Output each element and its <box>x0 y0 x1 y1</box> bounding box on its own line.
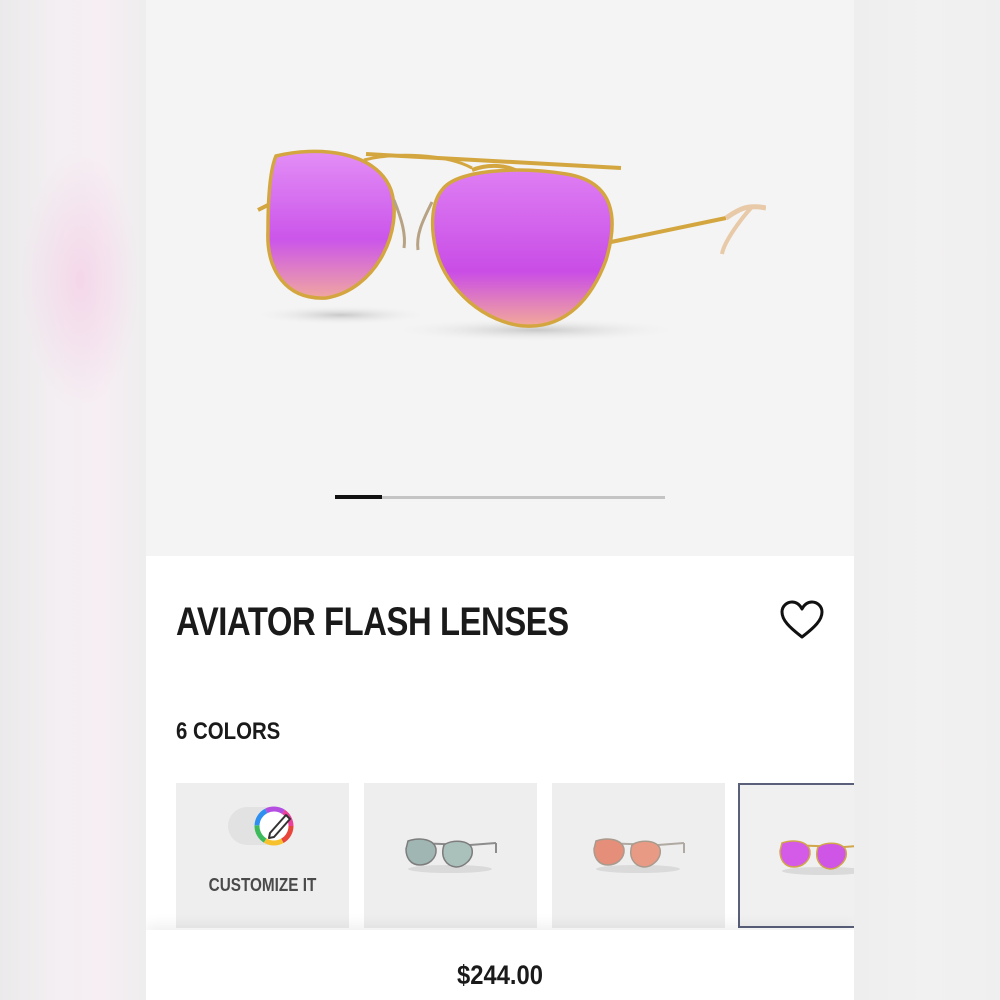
carousel-indicator-6[interactable] <box>570 496 618 499</box>
carousel-progress <box>335 495 665 499</box>
title-row: AVIATOR FLASH LENSES <box>176 598 826 648</box>
left-backdrop <box>0 0 146 1000</box>
swatch-image-cyclamen <box>779 840 854 875</box>
product-image <box>251 149 766 342</box>
carousel-indicator-5[interactable] <box>523 496 571 499</box>
product-price: $244.00 <box>457 960 543 990</box>
carousel-indicator-4[interactable] <box>476 496 524 499</box>
customize-button[interactable]: CUSTOMIZE IT <box>176 783 349 928</box>
swatch-image-silver <box>405 838 497 873</box>
color-option-cyclamen[interactable] <box>738 783 854 928</box>
carousel-indicator-2[interactable] <box>382 496 430 499</box>
favorite-button[interactable] <box>778 598 826 642</box>
price-bar: $244.00 <box>146 930 854 1000</box>
color-option-copper[interactable] <box>552 783 725 928</box>
carousel-indicator-3[interactable] <box>429 496 477 499</box>
colors-count: 6 COLORS <box>176 718 281 745</box>
color-option-silver[interactable] <box>364 783 537 928</box>
right-backdrop <box>854 0 1000 1000</box>
customize-label: CUSTOMIZE IT <box>208 875 317 895</box>
color-wheel-pencil-icon <box>228 806 294 846</box>
color-swatch-list: CUSTOMIZE IT <box>176 783 854 928</box>
product-title: AVIATOR FLASH LENSES <box>176 600 569 644</box>
product-image-carousel[interactable] <box>146 0 854 556</box>
carousel-indicator-7[interactable] <box>617 496 665 499</box>
swatch-image-copper <box>593 838 685 873</box>
carousel-indicator-1[interactable] <box>335 495 383 499</box>
heart-icon <box>780 600 824 639</box>
product-page: AVIATOR FLASH LENSES 6 COLORS CUSTOMIZE … <box>146 0 854 1000</box>
